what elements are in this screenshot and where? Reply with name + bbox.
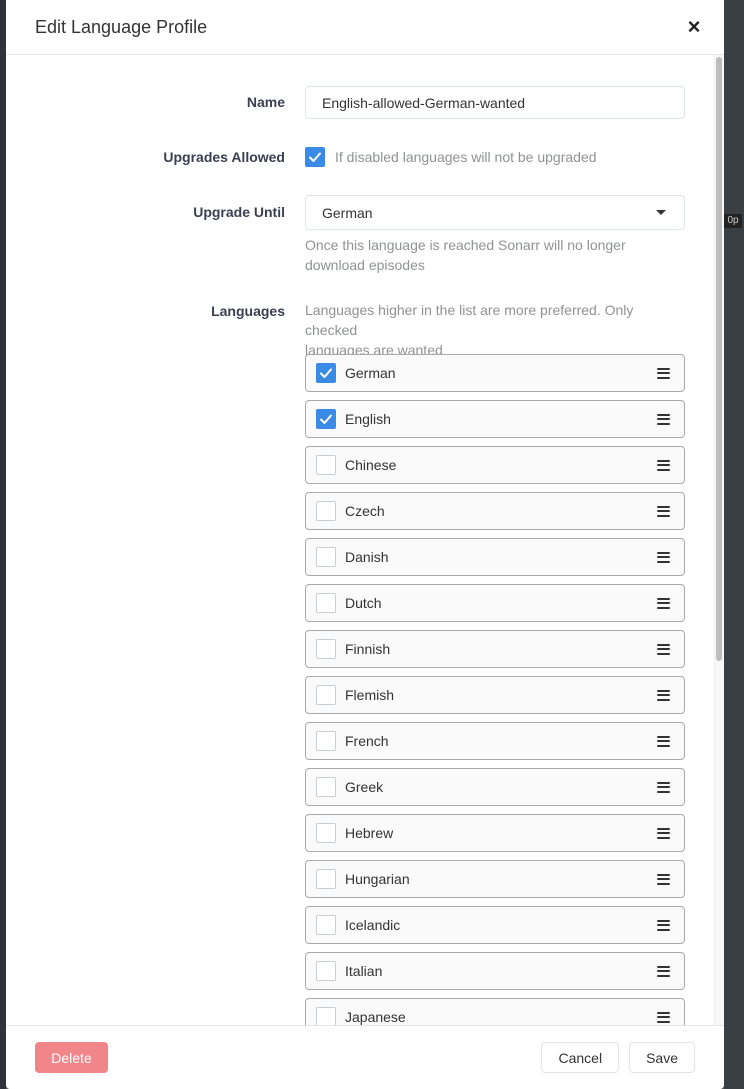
language-checkbox[interactable] [316,639,336,659]
modal-title: Edit Language Profile [35,16,208,37]
drag-handle-icon[interactable] [657,597,670,609]
drag-handle-icon[interactable] [657,781,670,793]
language-label: Italian [345,963,383,979]
language-label: Greek [345,779,384,795]
upgrade-until-select[interactable]: German [305,195,685,230]
languages-help-line-1: Languages higher in the list are more pr… [305,302,634,338]
language-label: Icelandic [345,917,401,933]
language-item[interactable]: French [305,722,685,760]
upgrade-until-help: Once this language is reached Sonarr wil… [305,235,685,275]
checkmark-icon [309,152,321,162]
modal-header: Edit Language Profile × [6,0,724,55]
language-label: Japanese [345,1009,406,1025]
language-label: Dutch [345,595,382,611]
drag-handle-icon[interactable] [657,919,670,931]
scrollbar-track[interactable] [714,55,724,1025]
languages-label: Languages [211,303,285,319]
language-item[interactable]: Danish [305,538,685,576]
caret-down-icon [656,210,666,215]
drag-handle-icon[interactable] [657,459,670,471]
close-icon[interactable]: × [684,16,704,38]
language-item[interactable]: Hungarian [305,860,685,898]
save-button[interactable]: Save [629,1042,695,1073]
drag-handle-icon[interactable] [657,965,670,977]
language-item[interactable]: Flemish [305,676,685,714]
drag-handle-icon[interactable] [657,505,670,517]
language-checkbox[interactable] [316,455,336,475]
drag-handle-icon[interactable] [657,1011,670,1023]
edit-language-profile-modal: Edit Language Profile × Name English-all… [6,0,724,1089]
upgrades-allowed-help: If disabled languages will not be upgrad… [335,149,597,165]
languages-help: Languages higher in the list are more pr… [305,300,685,360]
modal-footer: Delete Cancel Save [6,1025,724,1089]
checkmark-icon [320,414,332,424]
language-label: Hebrew [345,825,394,841]
upgrades-allowed-checkbox[interactable] [305,147,325,167]
language-label: Chinese [345,457,397,473]
name-label: Name [246,94,285,110]
language-item[interactable]: German [305,354,685,392]
language-checkbox[interactable] [316,547,336,567]
language-item[interactable]: Japanese [305,998,685,1025]
language-item[interactable]: English [305,400,685,438]
drag-handle-icon[interactable] [657,413,670,425]
language-checkbox[interactable] [316,363,336,383]
name-input[interactable]: English-allowed-German-wanted [305,86,685,119]
drag-handle-icon[interactable] [657,643,670,655]
language-item[interactable]: Italian [305,952,685,990]
language-checkbox[interactable] [316,869,336,889]
name-input-value: English-allowed-German-wanted [322,94,526,111]
language-label: English [345,411,391,427]
delete-button[interactable]: Delete [35,1042,108,1073]
language-checkbox[interactable] [316,409,336,429]
language-checkbox[interactable] [316,915,336,935]
language-checkbox[interactable] [316,961,336,981]
background-app-right [724,0,744,1089]
language-checkbox[interactable] [316,777,336,797]
language-label: Czech [345,503,385,519]
language-item[interactable]: Czech [305,492,685,530]
drag-handle-icon[interactable] [657,827,670,839]
language-checkbox[interactable] [316,501,336,521]
upgrade-until-label: Upgrade Until [193,204,285,220]
cancel-button[interactable]: Cancel [541,1042,620,1073]
language-item[interactable]: Icelandic [305,906,685,944]
language-item[interactable]: Chinese [305,446,685,484]
language-label: French [345,733,389,749]
upgrade-until-value: German [322,204,373,221]
modal-body: Name English-allowed-German-wanted Upgra… [6,55,724,1025]
language-checkbox[interactable] [316,823,336,843]
drag-handle-icon[interactable] [657,551,670,563]
language-checkbox[interactable] [316,593,336,613]
language-item[interactable]: Finnish [305,630,685,668]
language-item[interactable]: Dutch [305,584,685,622]
language-item[interactable]: Greek [305,768,685,806]
upgrade-until-help-line-2: download episodes [305,257,425,273]
language-label: Hungarian [345,871,410,887]
upgrades-allowed-label: Upgrades Allowed [163,149,285,165]
language-label: German [345,365,396,381]
checkmark-icon [320,368,332,378]
scrollbar-thumb[interactable] [716,57,722,661]
language-label: Danish [345,549,389,565]
language-checkbox[interactable] [316,731,336,751]
drag-handle-icon[interactable] [657,367,670,379]
drag-handle-icon[interactable] [657,735,670,747]
background-badge: 0p [724,214,742,228]
upgrade-until-help-line-1: Once this language is reached Sonarr wil… [305,237,626,253]
language-label: Flemish [345,687,395,703]
language-checkbox[interactable] [316,1007,336,1025]
language-item[interactable]: Hebrew [305,814,685,852]
drag-handle-icon[interactable] [657,689,670,701]
drag-handle-icon[interactable] [657,873,670,885]
language-label: Finnish [345,641,391,657]
language-checkbox[interactable] [316,685,336,705]
